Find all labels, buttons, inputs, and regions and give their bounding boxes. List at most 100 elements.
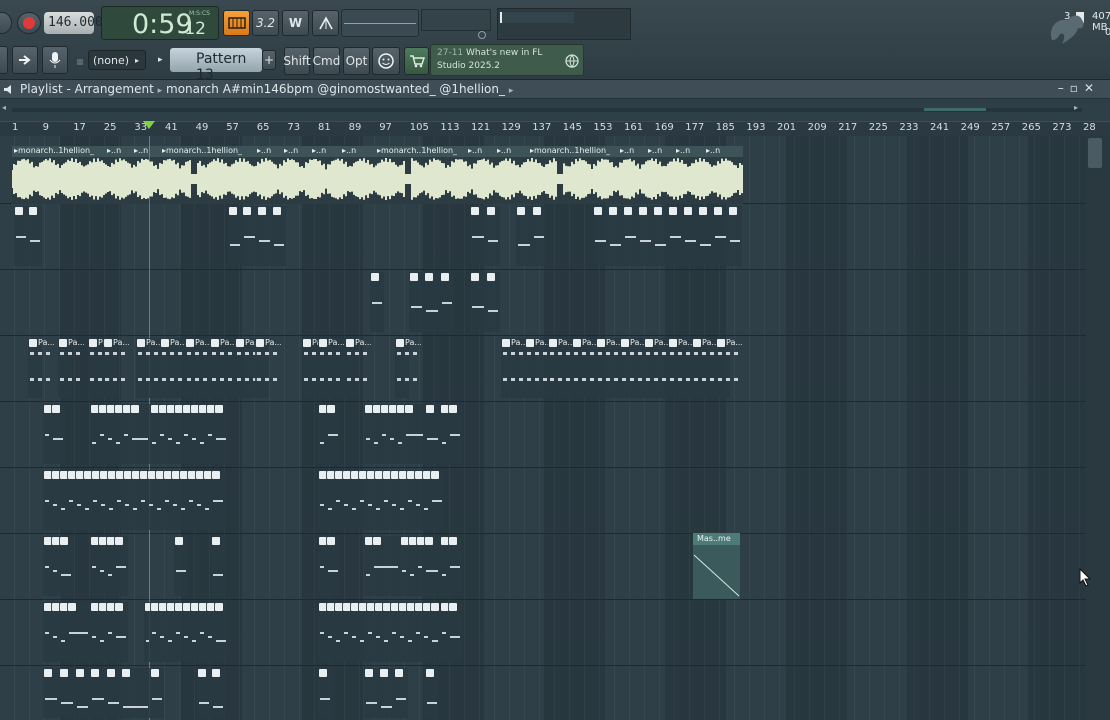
pattern-prev-arrow[interactable]: ▸ <box>158 55 163 65</box>
pattern-clip[interactable] <box>638 206 653 266</box>
pattern-clip[interactable] <box>390 470 398 530</box>
add-pattern-button[interactable]: + <box>262 50 276 70</box>
automation-clip[interactable]: Mas..me <box>693 533 740 599</box>
pattern-clip[interactable] <box>698 206 713 266</box>
pattern-clip[interactable] <box>683 206 698 266</box>
pattern-clip[interactable] <box>114 602 128 662</box>
pattern-clip[interactable] <box>51 470 59 530</box>
audio-clip-track[interactable]: ▸monarch..1hellion_ ▸..n ▸..n ▸monarch..1he… <box>12 146 743 204</box>
pattern-clip[interactable] <box>372 404 380 464</box>
pattern-clip[interactable] <box>486 272 500 332</box>
pattern-clip[interactable] <box>608 206 623 266</box>
pattern-clip[interactable] <box>174 536 188 596</box>
pattern-clip[interactable] <box>728 206 742 266</box>
pattern-clip[interactable] <box>98 602 106 662</box>
pattern-clip[interactable] <box>342 470 350 530</box>
pattern-clip[interactable] <box>440 536 448 596</box>
pattern-clip[interactable] <box>326 602 334 662</box>
pattern-clip[interactable] <box>190 404 198 464</box>
pattern-clip[interactable] <box>214 602 228 662</box>
pattern-clip[interactable] <box>409 272 424 332</box>
pattern-clip[interactable] <box>59 602 67 662</box>
pattern-clip[interactable] <box>166 602 174 662</box>
pattern-clip[interactable] <box>406 602 414 662</box>
pattern-clip[interactable] <box>374 470 382 530</box>
record-button[interactable] <box>17 12 41 34</box>
pattern-clip[interactable] <box>326 470 334 530</box>
pattern-clip[interactable] <box>388 404 396 464</box>
pattern-clip[interactable] <box>99 470 107 530</box>
pattern-clip[interactable] <box>130 404 150 464</box>
pattern-clip[interactable] <box>90 404 98 464</box>
pattern-clip[interactable] <box>28 206 42 266</box>
pattern-clip[interactable] <box>51 602 59 662</box>
pattern-clip[interactable] <box>198 404 206 464</box>
pattern-selector[interactable]: Pattern 13 <box>170 48 262 83</box>
pattern-clip[interactable] <box>424 272 440 332</box>
pattern-clip[interactable] <box>350 470 358 530</box>
pattern-clip[interactable] <box>422 602 430 662</box>
pattern-clip[interactable] <box>90 602 98 662</box>
typing-keyboard-button[interactable] <box>223 10 250 36</box>
pattern-clip[interactable] <box>358 602 366 662</box>
pattern-clip[interactable] <box>408 536 416 596</box>
forward-button[interactable] <box>12 46 38 74</box>
shift-button[interactable]: Shift <box>283 47 311 75</box>
minimize-icon[interactable]: – <box>1058 81 1070 95</box>
step-edit-button[interactable]: 3.2 <box>252 10 279 36</box>
pattern-clip[interactable] <box>123 470 131 530</box>
metronome-button[interactable] <box>312 10 339 36</box>
pattern-clip[interactable] <box>131 470 139 530</box>
pattern-clip[interactable] <box>179 470 187 530</box>
cmd-button[interactable]: Cmd <box>313 47 340 75</box>
pattern-clip[interactable] <box>400 536 408 596</box>
pattern-clip[interactable] <box>425 404 440 464</box>
close-icon[interactable]: ✕ <box>1084 81 1100 95</box>
pattern-clip[interactable] <box>398 470 406 530</box>
pattern-clip[interactable] <box>228 206 242 266</box>
pattern-clip[interactable] <box>98 536 106 596</box>
pattern-clip[interactable] <box>422 470 430 530</box>
pattern-clip[interactable] <box>59 470 67 530</box>
pattern-clip[interactable] <box>374 602 382 662</box>
pattern-clip[interactable] <box>147 470 155 530</box>
pattern-clip[interactable] <box>448 602 462 662</box>
vertical-scrollbar[interactable] <box>1086 136 1110 720</box>
pattern-clip[interactable] <box>424 536 440 596</box>
pattern-clip[interactable] <box>190 602 198 662</box>
feedback-button[interactable] <box>372 47 400 75</box>
pattern-clip[interactable] <box>486 206 500 266</box>
pattern-clip[interactable] <box>155 470 163 530</box>
pattern-clip[interactable] <box>106 404 114 464</box>
shop-button[interactable] <box>404 47 429 75</box>
pattern-clip[interactable] <box>364 404 372 464</box>
pattern-clip[interactable] <box>516 206 532 266</box>
pattern-clip[interactable] <box>214 404 228 464</box>
pattern-clip[interactable] <box>318 470 326 530</box>
microphone-button[interactable] <box>42 46 68 74</box>
pattern-clip[interactable] <box>206 602 214 662</box>
pattern-clip[interactable] <box>318 404 326 464</box>
master-volume-slider[interactable] <box>341 9 419 37</box>
pattern-clip[interactable] <box>51 404 65 464</box>
snap-arrow[interactable]: ▸ <box>135 56 139 65</box>
pattern-clip[interactable] <box>75 470 83 530</box>
pattern-clip[interactable] <box>182 602 190 662</box>
pattern-clip[interactable] <box>430 602 440 662</box>
stop-button[interactable] <box>0 12 12 34</box>
pattern-clip[interactable] <box>211 536 225 596</box>
pattern-clip[interactable] <box>150 404 158 464</box>
pattern-clip[interactable] <box>334 602 342 662</box>
pitch-knob[interactable] <box>478 31 486 39</box>
opt-button[interactable]: Opt <box>343 47 370 75</box>
pattern-clip[interactable] <box>593 206 608 266</box>
ruler-scroll-arrow-right[interactable]: ▸ <box>1074 103 1078 112</box>
pattern-clip[interactable] <box>326 536 340 596</box>
pattern-clip[interactable] <box>272 206 286 266</box>
pattern-clip[interactable] <box>166 404 174 464</box>
ruler-scroll-arrow-left[interactable]: ◂ <box>2 103 6 112</box>
pattern-clip[interactable] <box>59 536 73 596</box>
pattern-clip[interactable] <box>364 536 372 596</box>
tempo-display[interactable]: 146.000 <box>44 12 103 34</box>
pattern-clip[interactable] <box>107 470 115 530</box>
